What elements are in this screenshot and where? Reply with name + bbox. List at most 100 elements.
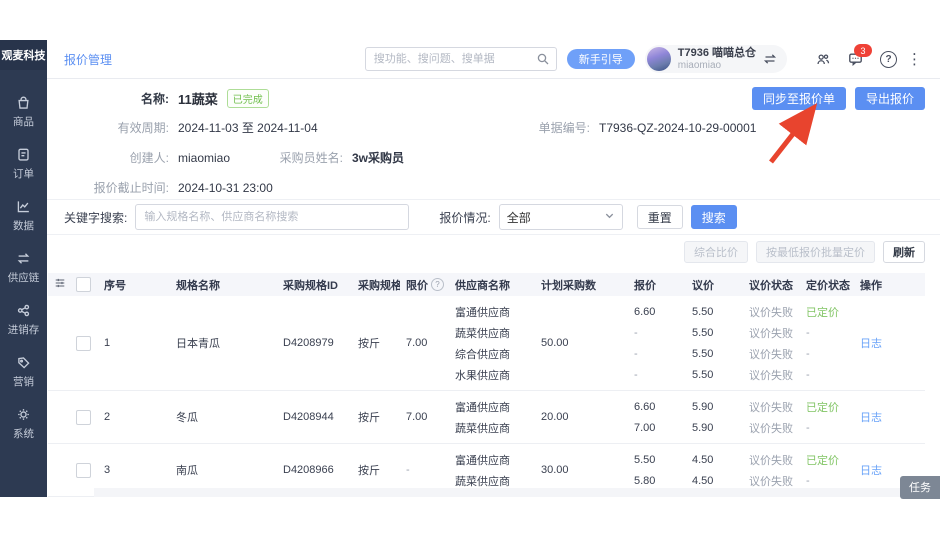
price-status: - [806, 421, 810, 434]
task-tab[interactable]: 任务 [900, 476, 940, 499]
global-search-input[interactable] [371, 52, 536, 66]
table-header-unit: 采购规格 [358, 279, 400, 292]
cell-planned-qty: 30.00 [541, 464, 569, 476]
table-header-nstat: 议价状态 [749, 279, 793, 292]
cell-spec-id: D4208979 [283, 337, 334, 349]
cell-spec-name: 南瓜 [176, 465, 198, 477]
row-checkbox[interactable] [76, 335, 91, 351]
guide-button[interactable]: 新手引导 [566, 49, 635, 69]
avatar[interactable] [646, 47, 671, 71]
nego-value: 5.50 [692, 305, 714, 318]
tag-icon [15, 354, 32, 371]
export-quote-button[interactable]: 导出报价 [854, 87, 925, 110]
quote-value: - [634, 368, 638, 381]
nego-value: 5.50 [692, 326, 714, 339]
sidebar-item-data[interactable]: 数据 [0, 196, 47, 235]
search-icon[interactable] [536, 52, 550, 66]
batch-price-button[interactable]: 按最低报价批量定价 [756, 241, 875, 263]
sidebar-item-goods[interactable]: 商品 [0, 92, 47, 131]
limit-help-icon[interactable]: ? [431, 278, 444, 291]
cell-purchase-unit: 按斤 [358, 412, 380, 424]
cell-index: 2 [104, 411, 111, 423]
sidebar-item-supply-chain[interactable]: 供应链 [0, 248, 47, 287]
sidebar-item-label: 营销 [13, 376, 34, 388]
row-checkbox[interactable] [76, 409, 91, 425]
price-status: - [806, 326, 810, 339]
app-window: 观麦科技 商品订单数据供应链进销存营销系统 报价管理 新 [0, 40, 940, 497]
cell-spec-name: 日本青瓜 [176, 338, 220, 350]
buyer-value: 3w采购员 [352, 151, 405, 165]
search-button[interactable]: 搜索 [690, 205, 737, 229]
compare-prices-button[interactable]: 综合比价 [684, 241, 748, 263]
doc-no-label: 单据编号: [538, 121, 590, 135]
messages-icon[interactable]: 3 [847, 44, 872, 67]
quote-detail-section: 名称: 11蔬菜 已完成 有效周期: 2024-11-03 至 2024-11-… [47, 79, 940, 199]
sidebar-item-inventory[interactable]: 进销存 [0, 300, 47, 339]
global-search[interactable] [364, 47, 557, 71]
keyword-input[interactable] [135, 204, 410, 230]
supplier-name-column: 富通供应商 蔬菜供应商 [449, 396, 535, 438]
name-label: 名称: [141, 92, 169, 106]
supplier-name: 蔬菜供应商 [455, 327, 510, 340]
nego-value: 5.50 [692, 347, 714, 360]
cell-purchase-unit: 按斤 [358, 338, 380, 350]
table-header-quote: 报价 [634, 279, 656, 292]
supplier-name: 富通供应商 [455, 454, 510, 467]
more-menu-icon[interactable]: ⋮ [907, 52, 922, 67]
row-checkbox[interactable] [76, 462, 91, 478]
help-icon[interactable]: ? [880, 50, 897, 68]
quote-status-select[interactable]: 全部 [498, 204, 623, 230]
cell-planned-qty: 50.00 [541, 337, 569, 349]
sidebar-item-system[interactable]: 系统 [0, 404, 47, 443]
supplier-name-column: 富通供应商 蔬菜供应商 综合供应商 水果供应商 [449, 301, 535, 385]
cell-purchase-unit: 按斤 [358, 465, 380, 477]
log-link[interactable]: 日志 [860, 335, 882, 351]
nego-status: 议价失败 [749, 327, 793, 340]
gear-icon [15, 406, 32, 423]
price-status: 已定价 [806, 306, 839, 319]
reset-button[interactable]: 重置 [636, 205, 683, 229]
nego-status: 议价失败 [749, 369, 793, 382]
sidebar-item-orders[interactable]: 订单 [0, 144, 47, 183]
table-header-sup: 供应商名称 [455, 279, 510, 292]
nego-status-column: 议价失败 议价失败 [743, 449, 800, 491]
doc-no-value: T7936-QZ-2024-10-29-00001 [599, 120, 757, 135]
sync-to-quote-button[interactable]: 同步至报价单 [751, 87, 846, 110]
quote-value: - [634, 326, 638, 339]
table-header-op: 操作 [860, 279, 882, 292]
sidebar-item-label: 订单 [13, 168, 34, 180]
nego-value: 5.50 [692, 368, 714, 381]
table-row: 2 冬瓜 D4208944 按斤 7.00 富通供应商 蔬菜供应商 20.00 6.60 7.00… [48, 391, 925, 444]
log-link[interactable]: 日志 [860, 409, 882, 425]
log-link[interactable]: 日志 [860, 462, 882, 478]
nego-status: 议价失败 [749, 422, 793, 435]
main-area: 报价管理 新手引导 T7936 喵喵总仓 [47, 40, 940, 497]
breadcrumb[interactable]: 报价管理 [64, 51, 112, 68]
cell-limit-price: 7.00 [406, 411, 428, 423]
refresh-button[interactable]: 刷新 [883, 241, 925, 263]
nego-status-column: 议价失败 议价失败 [743, 396, 800, 438]
user-title: T7936 喵喵总仓 [677, 47, 756, 60]
contacts-icon[interactable] [815, 52, 831, 67]
screenshot-canvas: 观麦科技 商品订单数据供应链进销存营销系统 报价管理 新 [0, 0, 940, 539]
switch-account-icon[interactable] [763, 52, 777, 66]
sidebar-item-label: 进销存 [7, 324, 40, 336]
nego-status: 议价失败 [749, 454, 793, 467]
select-all-checkbox[interactable] [76, 277, 91, 292]
notification-badge: 3 [854, 44, 872, 57]
user-info[interactable]: T7936 喵喵总仓 miaomiao [644, 45, 787, 73]
table-header-plan: 计划采购数 [541, 279, 596, 292]
quote-value-column: 5.50 5.80 [628, 449, 686, 491]
bag-icon [15, 94, 32, 111]
nego-value-column: 5.50 5.50 5.50 5.50 [686, 301, 743, 385]
chart-icon [15, 198, 32, 215]
creator-value: miaomiao [178, 150, 231, 165]
price-status: - [806, 368, 810, 381]
cell-index: 1 [104, 337, 111, 349]
sidebar-item-marketing[interactable]: 营销 [0, 352, 47, 391]
table-header-pstat: 定价状态 [806, 279, 850, 292]
swap-icon [15, 250, 32, 267]
period-label: 有效周期: [117, 121, 169, 135]
column-settings-icon[interactable] [54, 277, 66, 292]
cell-planned-qty: 20.00 [541, 411, 569, 423]
